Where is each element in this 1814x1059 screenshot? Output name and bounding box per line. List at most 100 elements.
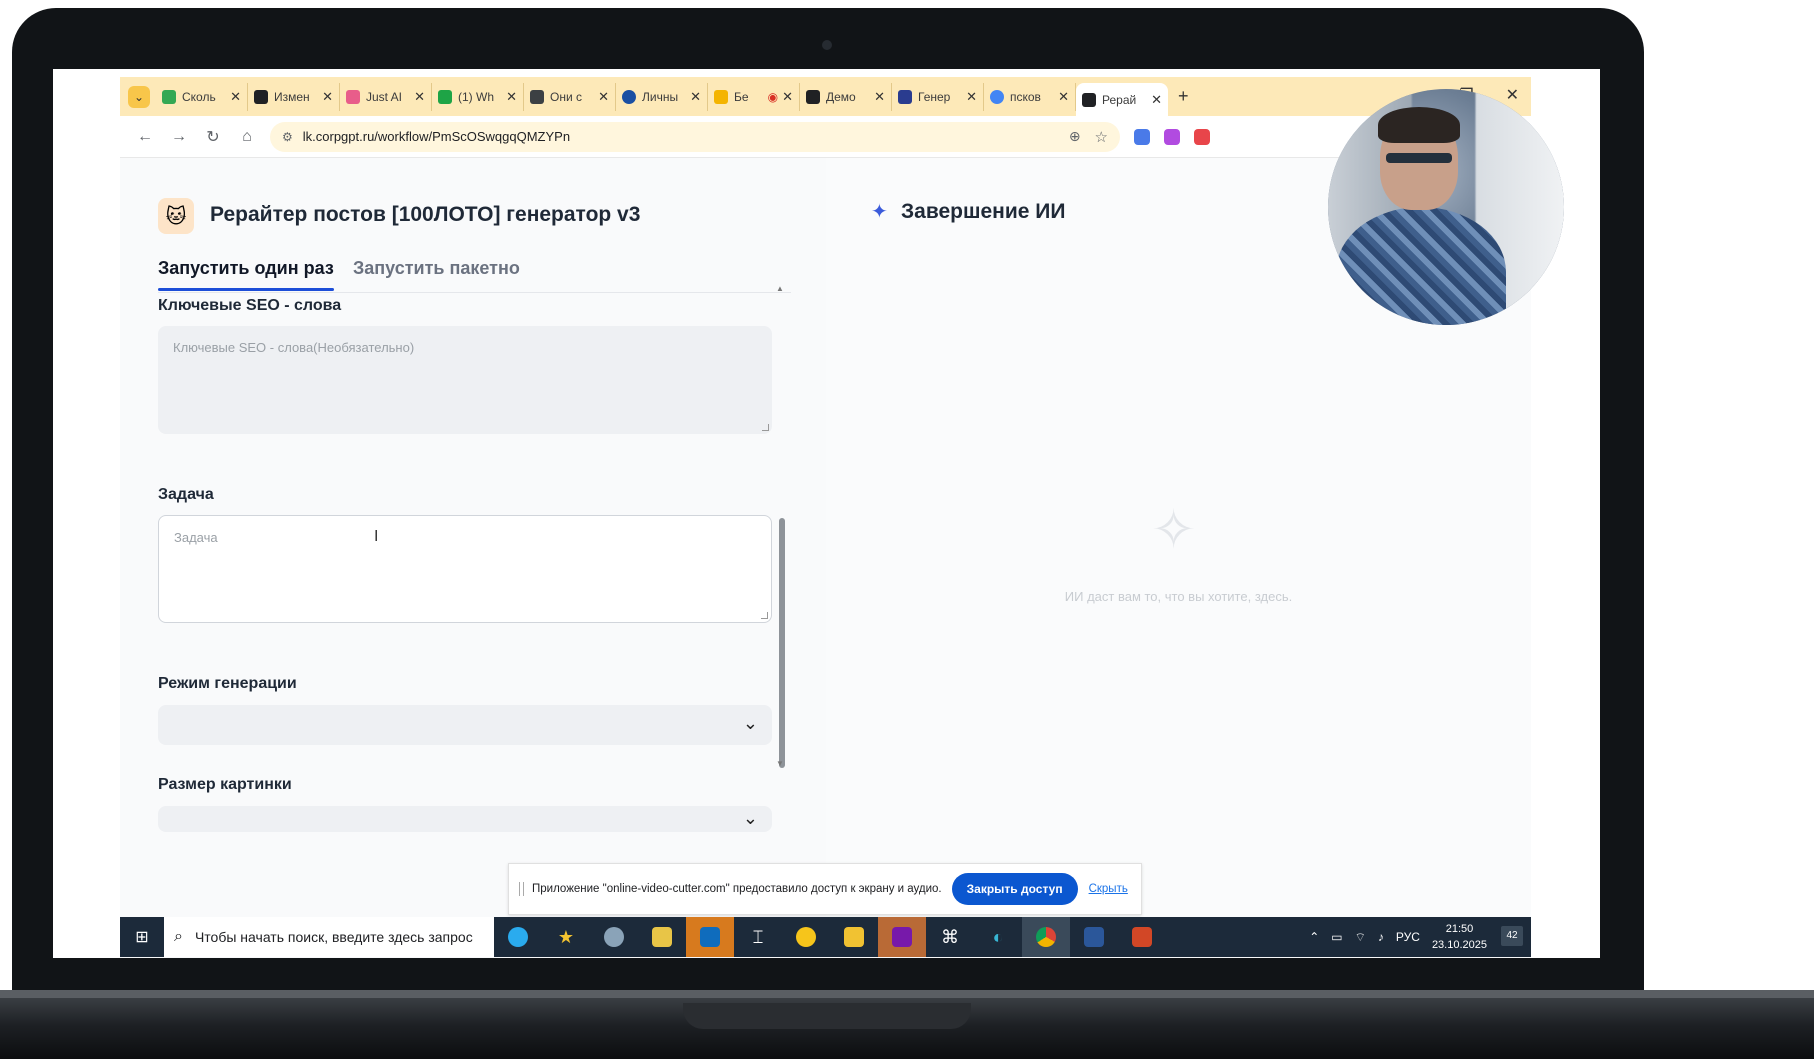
empty-state-sparkle-icon: ✧ bbox=[1151, 500, 1197, 560]
chevron-up-icon[interactable]: ⌃ bbox=[1309, 930, 1319, 944]
webcam-overlay bbox=[1328, 89, 1564, 325]
stop-sharing-button[interactable]: Закрыть доступ bbox=[951, 873, 1078, 905]
image-size-label: Размер картинки bbox=[158, 776, 292, 793]
file-explorer-icon[interactable] bbox=[830, 917, 878, 957]
webcam-person-glasses bbox=[1386, 153, 1452, 163]
result-title: Завершение ИИ bbox=[901, 200, 1066, 223]
back-icon[interactable]: ← bbox=[136, 128, 154, 146]
tab-favicon-icon bbox=[1082, 92, 1096, 107]
language-indicator[interactable]: РУС bbox=[1396, 930, 1420, 944]
translate-extension-icon[interactable] bbox=[1134, 128, 1150, 145]
new-tab-icon[interactable]: + bbox=[1178, 86, 1189, 107]
drag-handle-icon[interactable] bbox=[519, 882, 524, 896]
close-icon[interactable]: ✕ bbox=[598, 89, 609, 105]
clock-time: 21:50 bbox=[1445, 923, 1474, 935]
bookmark-star-icon[interactable]: ☆ bbox=[1095, 128, 1108, 146]
browser-tab[interactable]: (1) Wh ✕ bbox=[432, 82, 524, 111]
browser-tab[interactable]: псков ✕ bbox=[984, 82, 1076, 111]
app-icon[interactable]: ⌘ bbox=[926, 917, 974, 957]
taskbar-search-field[interactable]: ⌕ Чтобы начать поиск, введите здесь запр… bbox=[164, 917, 494, 957]
zoom-icon[interactable]: ⊕ bbox=[1069, 128, 1081, 145]
word-icon[interactable] bbox=[1070, 917, 1118, 957]
screen-share-message: Приложение "online-video-cutter.com" пре… bbox=[532, 883, 942, 895]
close-icon[interactable]: ✕ bbox=[1151, 92, 1162, 108]
generation-mode-label: Режим генерации bbox=[158, 675, 297, 692]
close-icon[interactable]: ✕ bbox=[230, 89, 241, 105]
tab-search-icon[interactable]: ⌄ bbox=[128, 85, 150, 108]
outlook-icon[interactable] bbox=[686, 917, 734, 957]
notification-center-icon[interactable]: 42 bbox=[1501, 926, 1523, 946]
windows-taskbar: ⊞ ⌕ Чтобы начать поиск, введите здесь за… bbox=[120, 917, 1531, 957]
1c-app-icon[interactable] bbox=[782, 917, 830, 957]
google-icon bbox=[990, 89, 1004, 104]
run-mode-tabs: Запустить один раз Запустить пакетно bbox=[158, 250, 791, 293]
close-icon[interactable]: ✕ bbox=[322, 89, 333, 105]
generation-mode-select[interactable]: ⌄ bbox=[158, 705, 772, 745]
home-icon[interactable]: ⌂ bbox=[238, 128, 256, 146]
resize-handle[interactable] bbox=[762, 424, 769, 431]
forward-icon[interactable]: → bbox=[170, 128, 188, 146]
browser-tab[interactable]: Бе ◉ ✕ bbox=[708, 82, 800, 111]
browser-tab[interactable]: Генер ✕ bbox=[892, 82, 984, 111]
reload-icon[interactable]: ↻ bbox=[204, 127, 222, 147]
sparkle-icon: ✦ bbox=[871, 201, 888, 223]
page-title: Рерайтер постов [100ЛОТО] генератор v3 bbox=[210, 203, 641, 226]
certificate-app-icon[interactable] bbox=[638, 917, 686, 957]
scroll-down-icon[interactable]: ▼ bbox=[776, 759, 784, 768]
close-icon[interactable]: ✕ bbox=[782, 89, 793, 105]
text-cursor-icon: I bbox=[374, 528, 379, 545]
tab-favicon-icon bbox=[254, 89, 268, 104]
scroll-up-icon[interactable]: ▲ bbox=[776, 284, 784, 293]
onenote-icon[interactable] bbox=[878, 917, 926, 957]
tab-favicon-icon bbox=[346, 89, 360, 104]
telegram-icon[interactable] bbox=[494, 917, 542, 957]
browser-tab[interactable]: Личны ✕ bbox=[616, 82, 708, 111]
scrollbar-thumb[interactable] bbox=[779, 518, 785, 768]
tab-favicon-icon bbox=[162, 89, 176, 104]
seo-keywords-label: Ключевые SEO - слова bbox=[158, 297, 342, 314]
close-icon[interactable]: ✕ bbox=[874, 89, 885, 105]
close-icon[interactable]: ✕ bbox=[1058, 89, 1069, 105]
close-icon[interactable]: ✕ bbox=[506, 89, 517, 105]
browser-tab-active[interactable]: Рерай ✕ bbox=[1076, 83, 1168, 116]
extension-icon[interactable] bbox=[1194, 128, 1210, 145]
close-icon[interactable]: ✕ bbox=[690, 89, 701, 105]
tab-run-once[interactable]: Запустить один раз bbox=[158, 258, 334, 279]
terminal-app-icon[interactable]: ⌶ bbox=[734, 917, 782, 957]
arc-app-icon[interactable]: ◐ bbox=[974, 917, 1022, 957]
input-panel: 🐱 Рерайтер постов [100ЛОТО] генератор v3… bbox=[120, 158, 827, 917]
browser-tab[interactable]: Just AI ✕ bbox=[340, 82, 432, 111]
laptop-notch bbox=[683, 1003, 971, 1029]
webcam-person-hair bbox=[1378, 107, 1460, 143]
task-input[interactable]: Задача I bbox=[158, 515, 772, 623]
battery-icon[interactable]: ▭ bbox=[1331, 930, 1342, 944]
browser-tab[interactable]: Они с ✕ bbox=[524, 82, 616, 111]
chrome-icon[interactable] bbox=[1022, 917, 1070, 957]
powerpoint-icon[interactable] bbox=[1118, 917, 1166, 957]
image-size-select[interactable]: ⌄ bbox=[158, 806, 772, 832]
task-placeholder: Задача bbox=[174, 530, 218, 545]
url-field[interactable]: ⚙ lk.corpgpt.ru/workflow/PmScOSwqgqQMZYP… bbox=[270, 121, 1120, 152]
screen: ⌄ Сколь ✕ Измен ✕ Just AI ✕ (1) Wh ✕ Они с ✕ … bbox=[53, 69, 1600, 958]
browser-tab[interactable]: Измен ✕ bbox=[248, 82, 340, 111]
star-app-icon[interactable]: ★ bbox=[542, 917, 590, 957]
clock[interactable]: 21:50 23.10.2025 bbox=[1432, 921, 1487, 953]
seo-keywords-placeholder: Ключевые SEO - слова(Необязательно) bbox=[173, 340, 415, 355]
tab-favicon-icon bbox=[438, 89, 452, 104]
tab-run-batch[interactable]: Запустить пакетно bbox=[353, 258, 520, 279]
close-icon[interactable]: ✕ bbox=[966, 89, 977, 105]
windows-start-icon[interactable]: ⊞ bbox=[120, 917, 164, 957]
tab-favicon-icon bbox=[530, 89, 544, 104]
volume-icon[interactable]: ♪ bbox=[1378, 930, 1384, 944]
wifi-icon[interactable]: ⌔ bbox=[1355, 930, 1366, 945]
search-icon: ⌕ bbox=[174, 928, 183, 945]
network-app-icon[interactable] bbox=[590, 917, 638, 957]
site-info-icon[interactable]: ⚙ bbox=[282, 130, 293, 144]
close-icon[interactable]: ✕ bbox=[414, 89, 425, 105]
browser-tab[interactable]: Демо ✕ bbox=[800, 82, 892, 111]
extension-icon[interactable] bbox=[1164, 128, 1180, 145]
browser-tab[interactable]: Сколь ✕ bbox=[156, 82, 248, 111]
resize-handle[interactable] bbox=[761, 612, 768, 619]
seo-keywords-input[interactable]: Ключевые SEO - слова(Необязательно) bbox=[158, 326, 772, 434]
hide-share-bar-link[interactable]: Скрыть bbox=[1089, 883, 1128, 895]
